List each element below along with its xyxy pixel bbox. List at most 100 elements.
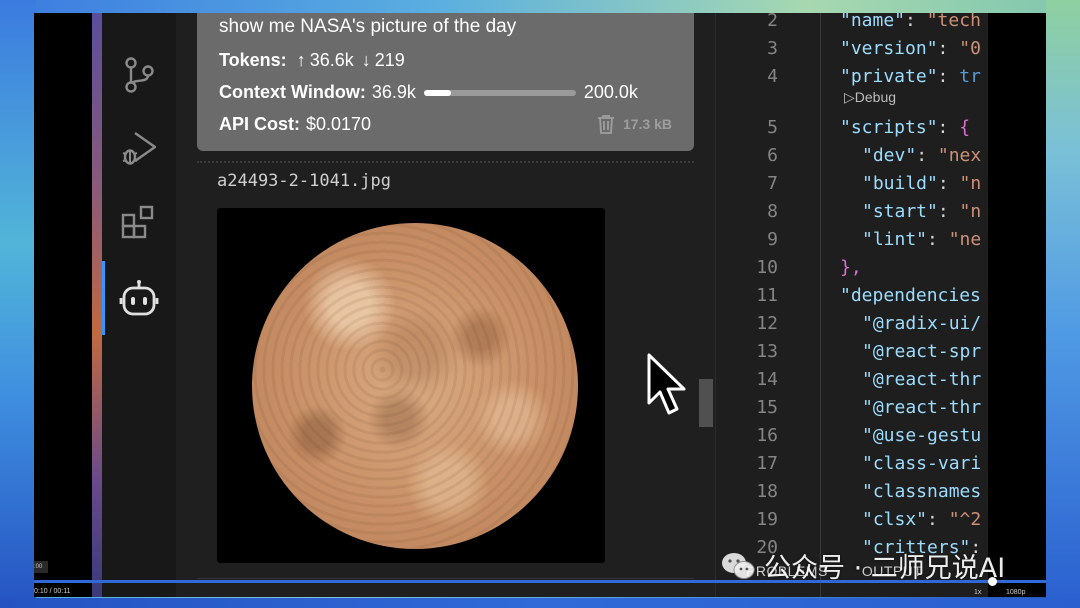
code-text: "class-vari	[862, 450, 981, 478]
json-key: "name"	[840, 13, 906, 31]
line-number: 16	[756, 425, 778, 446]
desktop-background-left	[0, 0, 36, 608]
json-key: "@use-gestu	[862, 425, 982, 446]
run-debug-icon[interactable]	[102, 119, 176, 179]
ai-assistant-robot-icon[interactable]	[102, 268, 176, 328]
message-divider	[197, 161, 694, 167]
line-number: 14	[756, 369, 778, 390]
letterbox-left	[34, 13, 92, 597]
line-number: 17	[756, 453, 778, 474]
codelens-label: Debug	[854, 89, 897, 105]
desktop-background-bottom	[0, 598, 1080, 608]
json-key: "dev"	[862, 145, 917, 166]
code-text: "lint": "ne	[862, 226, 981, 254]
json-separator: :	[937, 117, 960, 138]
code-text: "clsx": "^2	[862, 506, 981, 534]
code-text: "@radix-ui/	[862, 310, 981, 338]
code-text: "scripts": {	[840, 114, 970, 142]
json-key: "@radix-ui/	[862, 313, 982, 334]
task-header-card[interactable]: show me NASA's picture of the day Tokens…	[197, 13, 694, 151]
quality-button[interactable]: 1080p	[1006, 589, 1025, 596]
code-text: "start": "n	[862, 198, 981, 226]
video-frame: show me NASA's picture of the day Tokens…	[34, 13, 1046, 597]
json-value: "ne	[948, 229, 982, 250]
watermark-text: 公众号 · 二师兄说AI	[764, 553, 1006, 584]
api-cost-value: $0.0170	[306, 114, 372, 134]
activity-bar	[102, 13, 176, 597]
line-number: 2	[767, 13, 778, 31]
source-control-icon[interactable]	[102, 45, 176, 105]
json-separator: :	[916, 145, 938, 166]
window-edge-strip	[92, 13, 102, 597]
json-key: "dependencies	[840, 285, 981, 306]
arrow-up-icon: ↑	[296, 50, 306, 70]
json-separator: :	[937, 66, 960, 87]
code-text: },	[840, 254, 862, 282]
tokens-down-value: 219	[374, 50, 405, 70]
line-number: 15	[756, 397, 778, 418]
json-value: },	[840, 257, 862, 278]
json-key: "version"	[840, 38, 938, 59]
code-text: "dev": "nex	[862, 142, 981, 170]
code-editor[interactable]: ▷Debug 2 "name": "tech 3 "version": "0 4 "pri…	[716, 13, 988, 597]
json-value: tr	[959, 66, 981, 87]
explorer-chevron-icon[interactable]	[102, 13, 176, 43]
tokens-label: Tokens:	[219, 50, 287, 70]
desktop-background-top	[0, 0, 1080, 13]
line-number: 5	[767, 117, 778, 138]
wechat-icon	[722, 552, 755, 579]
line-number: 19	[756, 509, 778, 530]
json-value: "^2	[948, 509, 982, 530]
json-separator: :	[927, 509, 949, 530]
rock-texture	[252, 223, 578, 549]
json-value: "n	[959, 173, 982, 194]
line-number: 8	[767, 201, 778, 222]
line-number: 6	[767, 145, 778, 166]
json-key: "@react-thr	[862, 369, 982, 390]
line-number: 11	[756, 285, 778, 306]
json-key: "lint"	[862, 229, 928, 250]
tokens-row: Tokens: ↑ 36.6k ↓ 219	[219, 50, 405, 71]
json-key: "build"	[862, 173, 938, 194]
code-text: "classnames	[862, 478, 981, 506]
code-text: "version": "0	[840, 35, 981, 63]
json-separator: :	[927, 229, 949, 250]
task-size-value: 17.3 kB	[622, 116, 672, 132]
context-window-row: Context Window: 36.9k 200.0k	[219, 82, 638, 103]
watermark: 公众号 · 二师兄说AI	[720, 546, 1005, 585]
line-number: 13	[756, 341, 778, 362]
json-separator: :	[937, 38, 960, 59]
code-text: "@react-spr	[862, 338, 981, 366]
chat-panel: show me NASA's picture of the day Tokens…	[176, 13, 716, 597]
api-cost-label: API Cost:	[219, 114, 300, 134]
json-key: "scripts"	[840, 117, 938, 138]
tokens-up-value: 36.6k	[309, 50, 354, 70]
chat-bottom-divider	[197, 578, 694, 579]
json-key: "class-vari	[862, 453, 982, 474]
mouse-pointer-icon	[647, 353, 686, 415]
debug-codelens[interactable]: ▷Debug	[844, 89, 896, 106]
code-text: "name": "tech	[840, 13, 981, 35]
attachment-image[interactable]	[217, 208, 605, 563]
context-progress-fill	[423, 89, 452, 96]
code-text: "@use-gestu	[862, 422, 981, 450]
extensions-icon[interactable]	[102, 193, 176, 253]
json-value: "n	[959, 201, 982, 222]
code-text: "private": tr	[840, 63, 981, 91]
json-value: "nex	[937, 145, 982, 166]
desktop-background-right	[1046, 0, 1080, 608]
chat-scrollbar-thumb[interactable]	[699, 379, 713, 427]
attachment-filename: a24493-2-1041.jpg	[217, 171, 391, 191]
json-key: "private"	[840, 66, 938, 87]
delete-task-button[interactable]: 17.3 kB	[597, 114, 672, 134]
line-number: 10	[756, 257, 778, 278]
arrow-down-icon: ↓	[361, 50, 371, 70]
json-value: "0	[959, 38, 981, 59]
api-cost-row: API Cost: $0.0170	[219, 114, 371, 135]
video-time-label: 0:10 / 00:11	[34, 588, 71, 595]
task-prompt-text: show me NASA's picture of the day	[219, 16, 517, 37]
playback-speed-button[interactable]: 1x	[974, 589, 981, 596]
line-number: 3	[767, 38, 778, 59]
context-window-label: Context Window:	[219, 82, 366, 102]
context-used-value: 36.9k	[371, 82, 416, 102]
